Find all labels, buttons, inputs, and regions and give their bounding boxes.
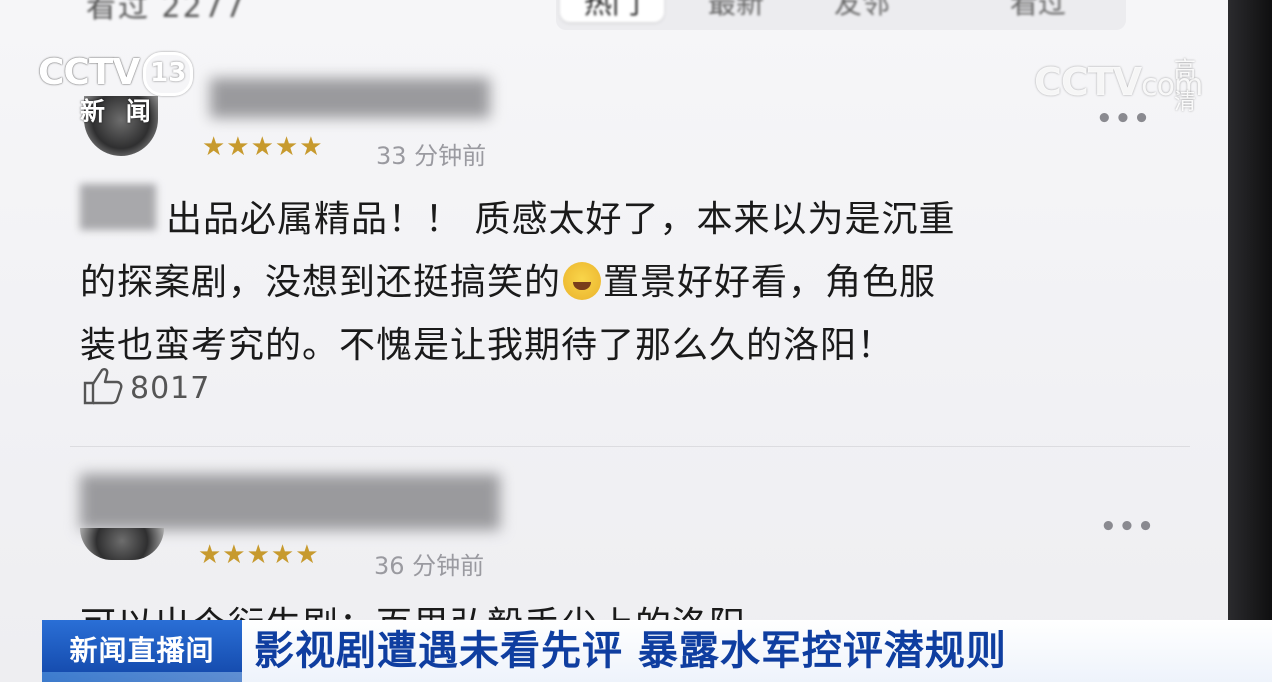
channel-number: 13 bbox=[143, 52, 194, 96]
tab-hot[interactable]: 热门 bbox=[560, 0, 665, 22]
comment-time: 36 分钟前 bbox=[374, 552, 485, 580]
cctv-com-logo: CCTVcom 高清 bbox=[1034, 58, 1203, 115]
channel-news-label: 新 闻 bbox=[80, 97, 157, 126]
avatar[interactable] bbox=[80, 528, 164, 560]
laughing-emoji-icon bbox=[563, 262, 602, 300]
rating-stars: ★★★★★ bbox=[202, 132, 324, 162]
tab-latest[interactable]: 最新 bbox=[708, 0, 764, 22]
comment-time: 33 分钟前 bbox=[376, 142, 487, 170]
tab-friends[interactable]: 友邻 bbox=[834, 0, 890, 22]
top-tab-bar: 看过 2277 热门 最新 友邻 看过 bbox=[0, 0, 1228, 44]
divider bbox=[70, 446, 1190, 447]
phone-screen: 看过 2277 热门 最新 友邻 看过 ★★★★★ 33 分钟前 ••• 出品必… bbox=[0, 0, 1228, 682]
news-headline: 影视剧遭遇未看先评 暴露水军控评潜规则 bbox=[242, 620, 1272, 682]
blurred-username bbox=[80, 474, 500, 530]
rating-stars: ★★★★★ bbox=[198, 540, 320, 570]
lower-third-banner: 新闻直播间 影视剧遭遇未看先评 暴露水军控评潜规则 bbox=[0, 620, 1272, 682]
comment-line-2a: 的探案剧，没想到还挺搞笑的 bbox=[80, 262, 562, 303]
device-bezel bbox=[1228, 0, 1272, 682]
tab-watched[interactable]: 看过 bbox=[1010, 0, 1066, 22]
more-options-icon[interactable]: ••• bbox=[1100, 512, 1156, 542]
program-tag: 新闻直播间 bbox=[42, 620, 242, 682]
watched-count-label[interactable]: 看过 2277 bbox=[86, 0, 246, 26]
cctv-com-logo-text: CCTV bbox=[1034, 60, 1142, 104]
cctv13-logo: CCTV 13 bbox=[38, 52, 194, 96]
thumbs-up-icon bbox=[82, 366, 126, 410]
comment-line-2b: 置景好好看，角色服 bbox=[603, 262, 937, 303]
more-options-icon[interactable]: ••• bbox=[1096, 104, 1152, 134]
comment-line-3: 装也蛮考究的。不愧是让我期待了那么久的洛阳！ bbox=[80, 325, 895, 366]
comment-line-2: 的探案剧，没想到还挺搞笑的 置景好好看，角色服 bbox=[80, 251, 1170, 314]
like-count: 8017 bbox=[130, 370, 211, 406]
blurred-username bbox=[210, 78, 490, 118]
cctv-logo-text: CCTV bbox=[38, 52, 140, 93]
comment-line-1: 出品必属精品！！ 质感太好了，本来以为是沉重 bbox=[166, 199, 956, 240]
hd-mark: 高清 bbox=[1174, 58, 1196, 115]
comment-body: 出品必属精品！！ 质感太好了，本来以为是沉重 的探案剧，没想到还挺搞笑的 置景好好… bbox=[80, 188, 1170, 377]
like-button[interactable]: 8017 bbox=[82, 366, 210, 410]
